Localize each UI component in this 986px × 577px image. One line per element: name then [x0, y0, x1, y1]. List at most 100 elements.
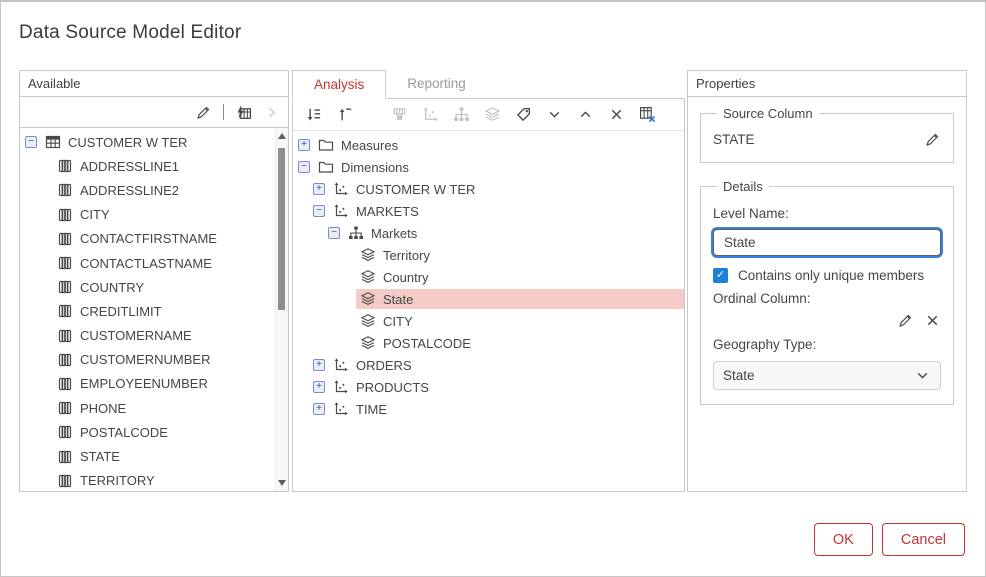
tree-item-content[interactable]: ADDRESSLINE1 [53, 156, 274, 176]
geography-type-select[interactable]: State [713, 361, 941, 390]
tree-item-dimensions[interactable]: −Dimensions [293, 156, 684, 178]
tree-item-content[interactable]: Territory [356, 245, 684, 265]
available-scrollbar[interactable] [275, 128, 288, 491]
tree-item-customernumber[interactable]: CUSTOMERNUMBER [20, 348, 274, 372]
tree-item-content[interactable]: PHONE [53, 398, 274, 418]
tree-item-customer-w-ter[interactable]: −CUSTOMER W TER [20, 130, 274, 154]
tree-item-content[interactable]: Dimensions [314, 157, 684, 177]
tree-item-customer-w-ter[interactable]: + CUSTOMER W TER [293, 178, 684, 200]
cancel-button[interactable]: Cancel [882, 523, 965, 556]
tree-item-content[interactable]: POSTALCODE [356, 333, 684, 353]
tree-item-content[interactable]: ADDRESSLINE2 [53, 180, 274, 200]
collapse-toggle-icon[interactable]: − [25, 136, 37, 148]
collapse-toggle-icon[interactable]: − [298, 161, 310, 173]
tree-item-markets[interactable]: −Markets [293, 222, 684, 244]
add-tag-icon[interactable] [515, 106, 532, 123]
edit-source-column-icon[interactable] [924, 131, 941, 148]
tree-item-employeenumber[interactable]: EMPLOYEENUMBER [20, 372, 274, 396]
scroll-down-icon[interactable] [276, 477, 288, 489]
level-name-input[interactable] [713, 229, 941, 256]
tree-item-markets[interactable]: −MARKETS [293, 200, 684, 222]
tree-item-label: POSTALCODE [80, 425, 168, 440]
expand-toggle-icon[interactable]: + [313, 381, 325, 393]
tree-item-addressline1[interactable]: ADDRESSLINE1 [20, 154, 274, 178]
tree-item-content[interactable]: CITY [53, 205, 274, 225]
tree-item-territory[interactable]: Territory [293, 244, 684, 266]
tree-item-postalcode[interactable]: POSTALCODE [293, 332, 684, 354]
tree-item-content[interactable]: CREDITLIMIT [53, 301, 274, 321]
tree-item-country[interactable]: COUNTRY [20, 275, 274, 299]
tree-item-customername[interactable]: CUSTOMERNAME [20, 324, 274, 348]
collapse-toggle-icon[interactable]: − [313, 205, 325, 217]
tree-item-time[interactable]: + TIME [293, 398, 684, 420]
tree-item-territory[interactable]: TERRITORY [20, 469, 274, 491]
tree-indent [20, 359, 53, 360]
tree-item-city[interactable]: CITY [20, 203, 274, 227]
tree-item-country[interactable]: Country [293, 266, 684, 288]
tree-item-content[interactable]: Country [356, 267, 684, 287]
tree-indent [20, 287, 53, 288]
delete-icon[interactable] [608, 106, 625, 123]
tree-item-content[interactable]: POSTALCODE [53, 422, 274, 442]
tree-item-phone[interactable]: PHONE [20, 396, 274, 420]
ok-button[interactable]: OK [814, 523, 873, 556]
tree-item-creditlimit[interactable]: CREDITLIMIT [20, 299, 274, 323]
tree-item-content[interactable]: State [356, 289, 684, 309]
tree-item-content[interactable]: CUSTOMER W TER [41, 132, 274, 152]
edit-pencil-icon[interactable] [195, 104, 212, 121]
scrollbar-thumb[interactable] [278, 148, 285, 310]
tree-item-content[interactable]: TERRITORY [53, 471, 274, 491]
unique-members-checkbox[interactable]: ✓ [713, 268, 728, 283]
expand-toggle-icon[interactable]: + [298, 139, 310, 151]
scroll-up-icon[interactable] [276, 130, 288, 142]
tree-item-products[interactable]: + PRODUCTS [293, 376, 684, 398]
tree-item-content[interactable]: CUSTOMERNAME [53, 326, 274, 346]
tree-item-content[interactable]: TIME [329, 399, 684, 419]
data-source-model-editor-dialog: { "window": { "title": "Data Source Mode… [0, 0, 986, 577]
clear-ordinal-column-icon[interactable] [924, 312, 941, 329]
chevron-right-icon[interactable] [263, 104, 280, 121]
layers-icon [360, 291, 376, 307]
tree-item-content[interactable]: CITY [356, 311, 684, 331]
tree-item-content[interactable]: COUNTRY [53, 277, 274, 297]
tree-item-content[interactable]: ORDERS [329, 355, 684, 375]
tree-item-content[interactable]: MARKETS [329, 201, 684, 221]
expand-toggle-icon[interactable]: + [313, 403, 325, 415]
tree-item-state[interactable]: STATE [20, 444, 274, 468]
tree-item-contactlastname[interactable]: CONTACTLASTNAME [20, 251, 274, 275]
tab-analysis[interactable]: Analysis [292, 70, 386, 99]
edit-ordinal-column-icon[interactable] [897, 312, 914, 329]
tree-item-content[interactable]: Measures [314, 135, 684, 155]
expand-toggle-icon[interactable]: + [313, 183, 325, 195]
tree-item-city[interactable]: CITY [293, 310, 684, 332]
available-panel: Available −CUSTOMER W TERADDRESSLINE1ADD… [19, 70, 289, 492]
tree-item-content[interactable]: CONTACTLASTNAME [53, 253, 274, 273]
tree-item-content[interactable]: STATE [53, 447, 274, 467]
hierarchy-icon [348, 225, 364, 241]
tab-reporting[interactable]: Reporting [386, 70, 487, 98]
tree-item-content[interactable]: CUSTOMERNUMBER [53, 350, 274, 370]
tree-item-state[interactable]: State [293, 288, 684, 310]
tree-item-addressline2[interactable]: ADDRESSLINE2 [20, 178, 274, 202]
available-panel-title: Available [20, 71, 288, 97]
move-down-icon[interactable] [546, 106, 563, 123]
tree-item-content[interactable]: EMPLOYEENUMBER [53, 374, 274, 394]
tree-item-measures[interactable]: + Measures [293, 134, 684, 156]
collapse-toggle-icon[interactable]: − [328, 227, 340, 239]
move-to-top-icon[interactable] [336, 106, 353, 123]
tree-item-content[interactable]: CONTACTFIRSTNAME [53, 229, 274, 249]
move-up-icon[interactable] [577, 106, 594, 123]
tree-item-content[interactable]: Markets [344, 223, 684, 243]
expand-toggle-icon[interactable]: + [313, 359, 325, 371]
tree-item-content[interactable]: CUSTOMER W TER [329, 179, 684, 199]
lightning-grid-icon[interactable] [235, 104, 252, 121]
column-icon [57, 473, 73, 489]
remove-table-icon[interactable] [639, 106, 656, 123]
tree-item-orders[interactable]: + ORDERS [293, 354, 684, 376]
details-legend: Details [717, 179, 769, 194]
tree-item-content[interactable]: PRODUCTS [329, 377, 684, 397]
tree-item-label: TERRITORY [80, 473, 155, 488]
tree-item-contactfirstname[interactable]: CONTACTFIRSTNAME [20, 227, 274, 251]
sort-levels-icon[interactable] [305, 106, 322, 123]
tree-item-postalcode[interactable]: POSTALCODE [20, 420, 274, 444]
